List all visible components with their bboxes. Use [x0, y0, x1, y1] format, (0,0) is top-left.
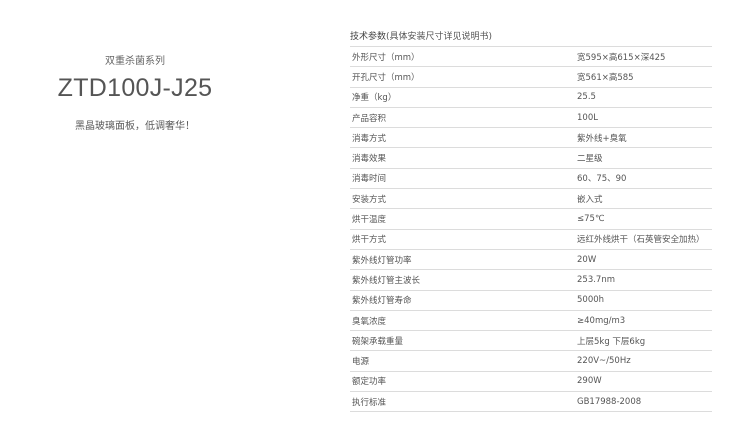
- spec-value: 上层5kg 下层6kg: [577, 336, 646, 347]
- spec-value: 100L: [577, 112, 598, 123]
- spec-value: 紫外线+臭氧: [577, 133, 627, 144]
- spec-value: 宽561×高585: [577, 72, 634, 83]
- spec-row: 额定功率 290W: [350, 371, 712, 392]
- spec-row: 开孔尺寸（mm） 宽561×高585: [350, 67, 712, 88]
- spec-row: 紫外线灯管功率 20W: [350, 249, 712, 270]
- spec-label: 额定功率: [352, 377, 387, 388]
- spec-row: 紫外线灯管寿命 5000h: [350, 290, 712, 311]
- spec-label: 烘干温度: [352, 215, 387, 226]
- spec-table-body: 外形尺寸（mm） 宽595×高615×深425 开孔尺寸（mm） 宽561×高585 净…: [350, 47, 712, 412]
- spec-value: 220V~/50Hz: [577, 356, 631, 367]
- product-slogan: 黑晶玻璃面板，低调奢华！: [75, 121, 195, 132]
- spec-label: 安装方式: [352, 194, 387, 205]
- spec-row: 烘干温度 ≤75℃: [350, 209, 712, 230]
- spec-heading-note: (具体安装尺寸详见说明书): [386, 32, 493, 42]
- spec-label: 紫外线灯管功率: [352, 255, 412, 266]
- spec-label: 消毒方式: [352, 133, 387, 144]
- spec-label: 臭氧浓度: [352, 316, 387, 327]
- spec-value: 嵌入式: [577, 194, 603, 205]
- spec-row: 消毒时间 60、75、90: [350, 168, 712, 189]
- spec-value: GB17988-2008: [577, 396, 642, 407]
- spec-label: 外形尺寸（mm）: [352, 52, 420, 63]
- spec-row: 执行标准 GB17988-2008: [350, 392, 712, 412]
- spec-value: ≤75℃: [577, 214, 605, 225]
- spec-row: 电源 220V~/50Hz: [350, 351, 712, 372]
- spec-label: 开孔尺寸（mm）: [352, 72, 420, 83]
- product-intro: 双重杀菌系列 ZTD100J-J25 黑晶玻璃面板，低调奢华！: [0, 0, 270, 430]
- spec-label: 碗架承载重量: [352, 336, 404, 347]
- spec-row: 消毒效果 二星级: [350, 148, 712, 169]
- spec-row: 外形尺寸（mm） 宽595×高615×深425: [350, 47, 712, 67]
- spec-heading-title: 技术参数: [350, 32, 387, 42]
- spec-label: 紫外线灯管主波长: [352, 275, 421, 286]
- spec-label: 紫外线灯管寿命: [352, 296, 412, 307]
- series-name: 双重杀菌系列: [105, 56, 165, 67]
- spec-label: 烘干方式: [352, 235, 387, 246]
- spec-label: 电源: [352, 357, 370, 368]
- spec-label: 消毒时间: [352, 174, 387, 185]
- spec-value: ≥40mg/m3: [577, 315, 626, 326]
- spec-value: 20W: [577, 254, 597, 265]
- spec-row: 紫外线灯管主波长 253.7nm: [350, 270, 712, 291]
- spec-row: 安装方式 嵌入式: [350, 189, 712, 209]
- spec-row: 产品容积 100L: [350, 107, 712, 128]
- spec-value: 253.7nm: [577, 274, 616, 285]
- spec-value: 5000h: [577, 295, 605, 306]
- spec-value: 远红外线烘干（石英管安全加热）: [577, 235, 705, 246]
- spec-row: 臭氧浓度 ≥40mg/m3: [350, 310, 712, 331]
- spec-label: 消毒效果: [352, 154, 387, 165]
- spec-value: 二星级: [577, 154, 603, 165]
- spec-heading: 技术参数(具体安装尺寸详见说明书): [350, 29, 492, 42]
- spec-value: 60、75、90: [577, 174, 627, 185]
- model-name: ZTD100J-J25: [57, 74, 213, 102]
- spec-label: 产品容积: [352, 113, 387, 124]
- spec-row: 碗架承载重量 上层5kg 下层6kg: [350, 331, 712, 351]
- spec-row: 烘干方式 远红外线烘干（石英管安全加热）: [350, 229, 712, 250]
- spec-label: 执行标准: [352, 397, 387, 408]
- spec-value: 宽595×高615×深425: [577, 52, 666, 63]
- spec-value: 290W: [577, 376, 602, 387]
- spec-label: 净重（kg）: [352, 93, 397, 104]
- spec-value: 25.5: [577, 92, 596, 103]
- spec-row: 消毒方式 紫外线+臭氧: [350, 128, 712, 148]
- spec-table: 外形尺寸（mm） 宽595×高615×深425 开孔尺寸（mm） 宽561×高585 净…: [350, 46, 712, 412]
- spec-row: 净重（kg） 25.5: [350, 87, 712, 108]
